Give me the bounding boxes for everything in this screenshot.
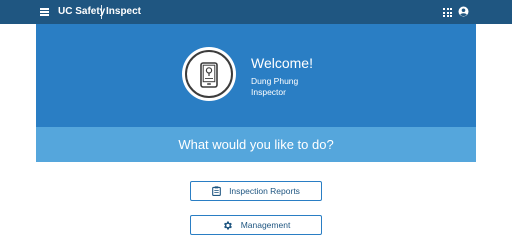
account-icon[interactable] [458,6,469,17]
menu-icon[interactable] [40,8,49,16]
user-name: Dung Phung [251,76,299,86]
tablet-inspect-icon [200,62,218,88]
welcome-title: Welcome! [251,55,313,71]
gear-icon [223,221,232,229]
top-app-bar: UC Safety Inspect [0,0,512,24]
inspection-reports-label: Inspection Reports [229,186,300,196]
management-label: Management [240,220,291,230]
apps-grid-icon[interactable] [443,8,452,17]
user-role: Inspector [251,87,286,97]
management-button[interactable]: Management [190,215,322,235]
brand-divider [101,5,102,19]
inspection-reports-button[interactable]: Inspection Reports [190,181,322,201]
prompt-banner: What would you like to do? [36,127,476,162]
brand-title: UC Safety [58,6,106,17]
app-name: Inspect [106,6,142,17]
avatar [182,47,236,101]
clipboard-icon [212,186,221,196]
welcome-banner: Welcome! Dung Phung Inspector [36,24,476,127]
